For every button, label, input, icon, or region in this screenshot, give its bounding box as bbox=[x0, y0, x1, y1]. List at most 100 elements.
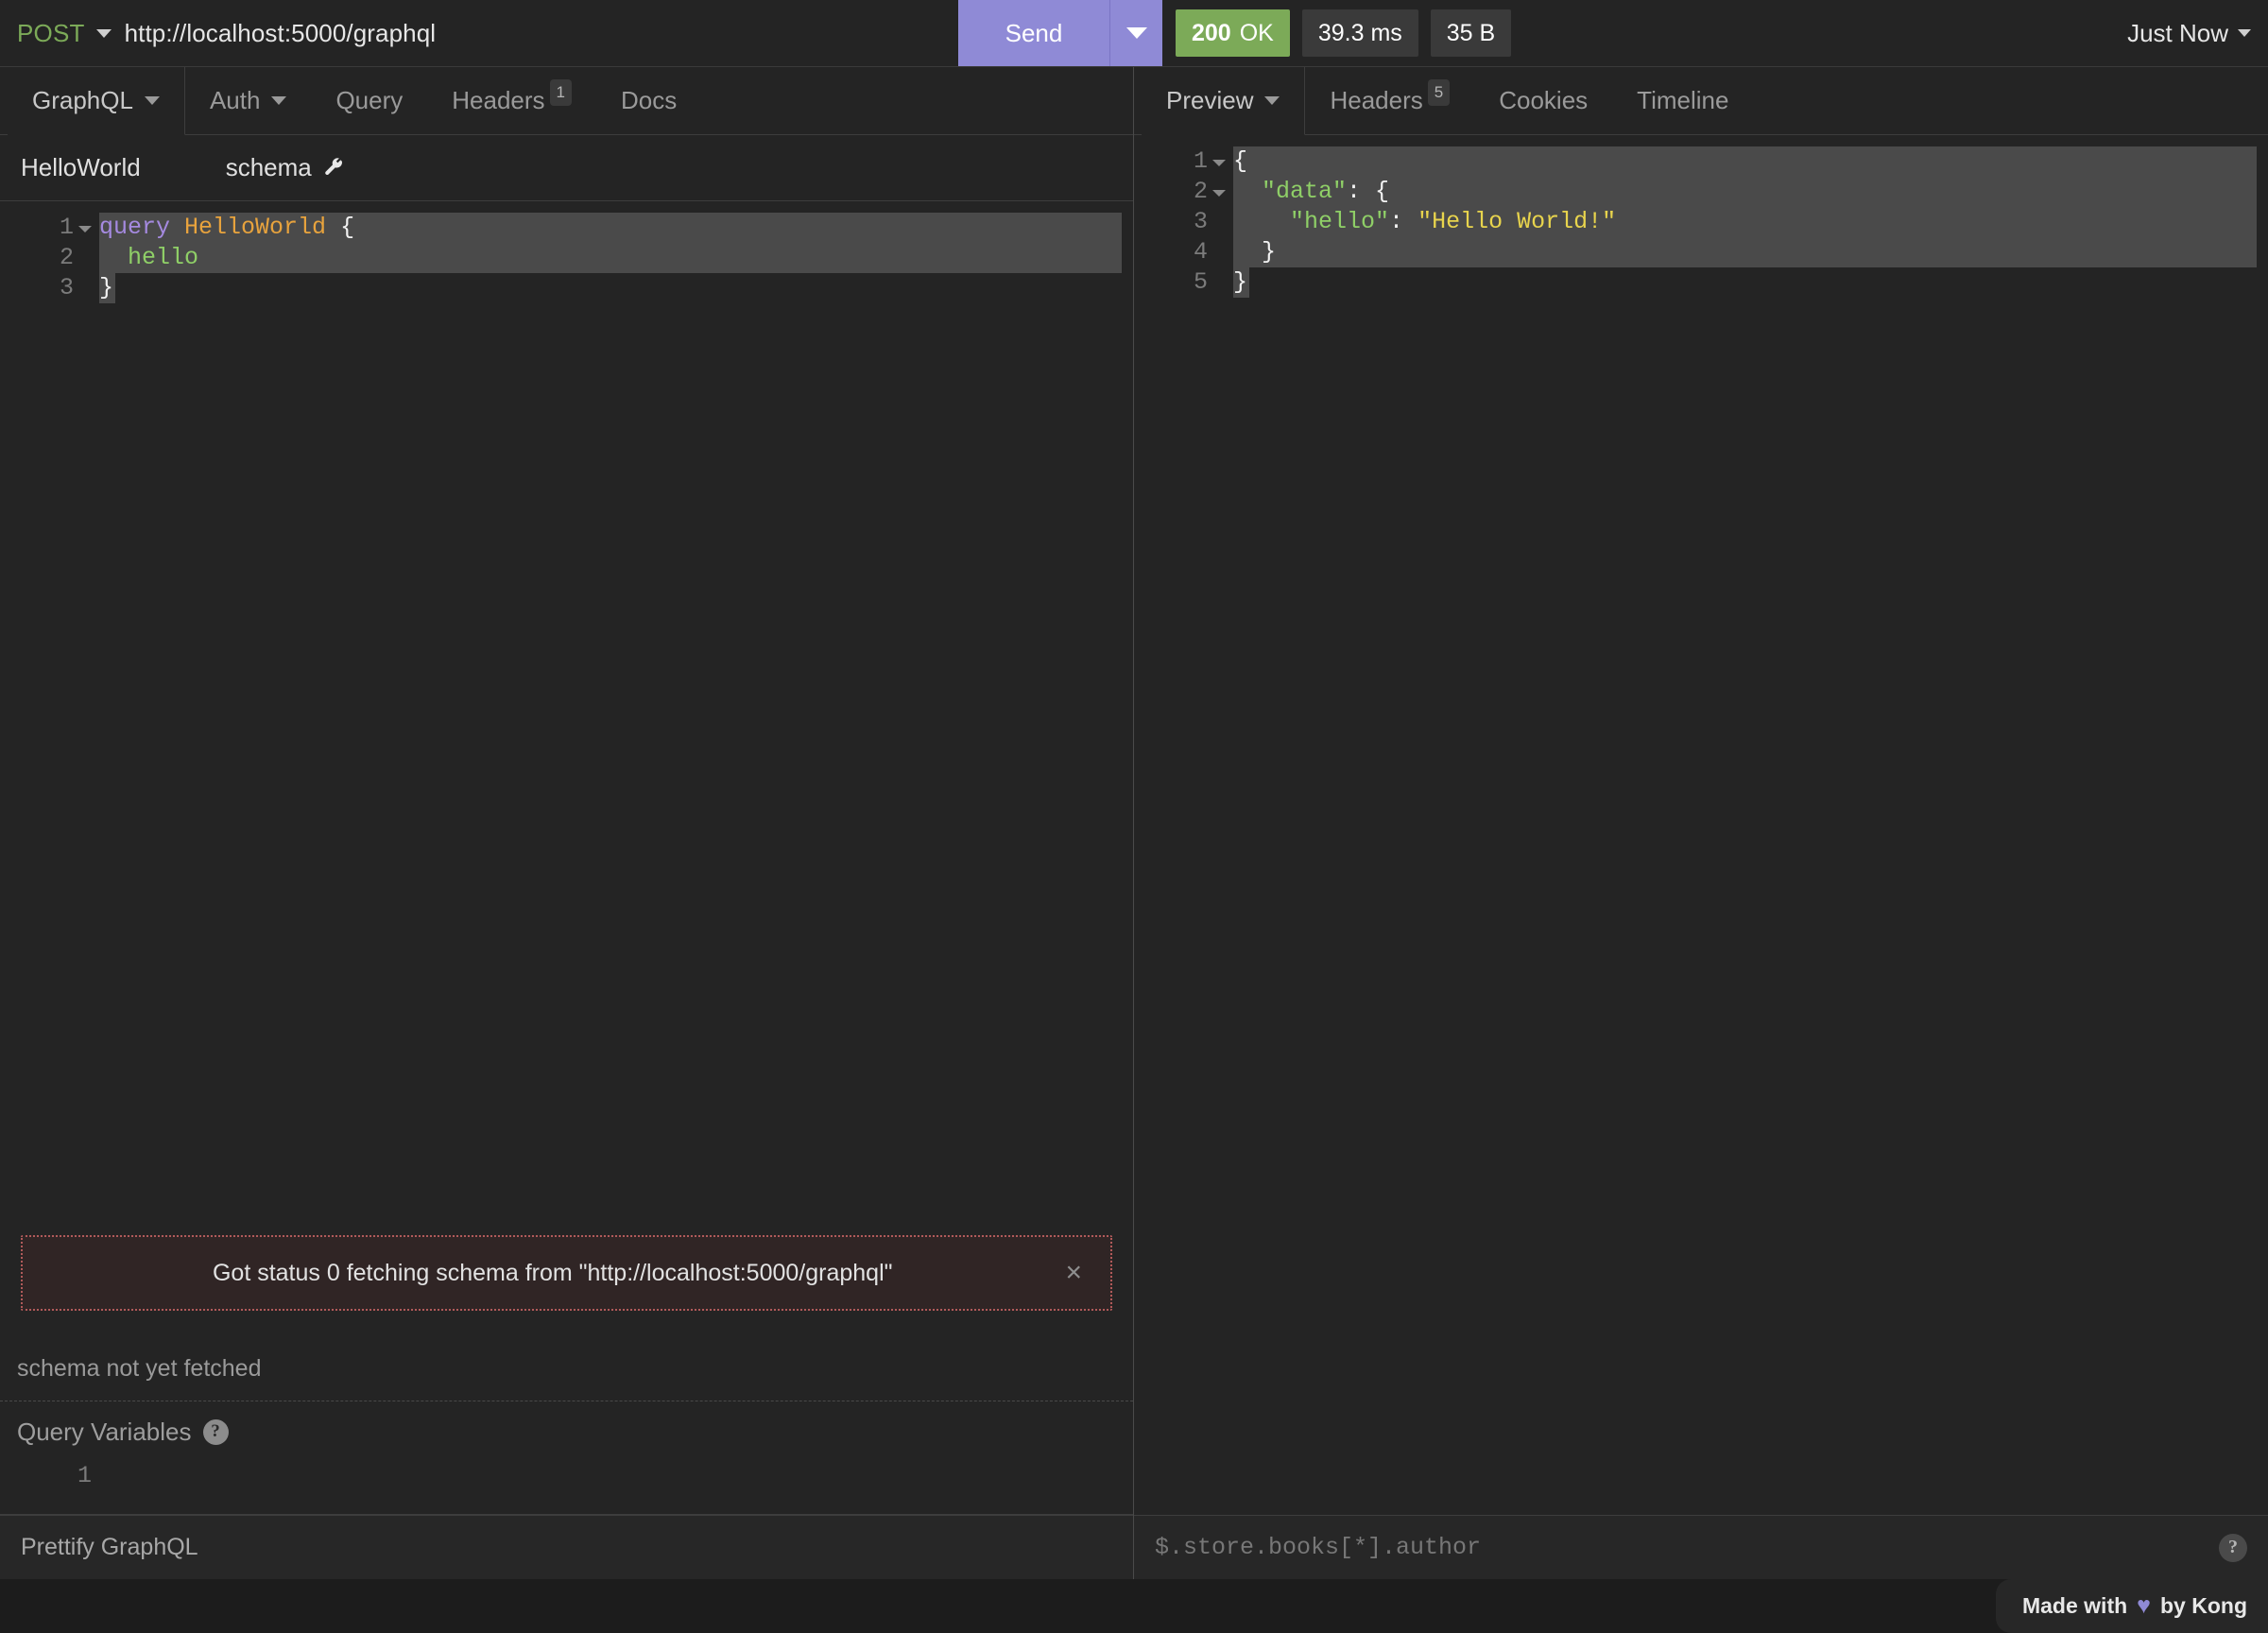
code-line: 1{ bbox=[1134, 146, 2268, 177]
response-time-badge[interactable]: 39.3 ms bbox=[1302, 9, 1418, 57]
line-number: 3 bbox=[0, 273, 99, 303]
token-key: "hello" bbox=[1290, 207, 1389, 237]
token-punc bbox=[99, 243, 128, 273]
request-tab-strip: GraphQL Auth Query Headers1 Docs bbox=[0, 67, 1133, 135]
response-filter-input[interactable] bbox=[1155, 1534, 2219, 1561]
response-preview-editor[interactable]: 1{2 "data": {3 "hello": "Hello World!"4 … bbox=[1134, 135, 2268, 1515]
chevron-down-icon bbox=[271, 96, 286, 105]
fold-toggle-icon[interactable] bbox=[1212, 160, 1226, 166]
request-bottom-bar: Prettify GraphQL bbox=[0, 1515, 1133, 1579]
graphql-schema-button[interactable]: schema bbox=[226, 153, 345, 182]
token-punc: : { bbox=[1347, 177, 1389, 207]
code-line: 4 } bbox=[1134, 237, 2268, 267]
request-url-bar: POST http://localhost:5000/graphql Send … bbox=[0, 0, 2268, 67]
tab-headers[interactable]: Headers5 bbox=[1305, 67, 1474, 134]
tab-preview[interactable]: Preview bbox=[1142, 67, 1305, 135]
line-number: 2 bbox=[1134, 177, 1233, 207]
query-variables-editor[interactable]: 1 bbox=[0, 1462, 1133, 1515]
chevron-down-icon bbox=[1126, 27, 1147, 39]
query-variables-label: Query Variables bbox=[17, 1418, 192, 1447]
tab-auth[interactable]: Auth bbox=[185, 67, 312, 134]
send-options-button[interactable] bbox=[1109, 0, 1162, 66]
app-footer: Made with ♥ by Kong bbox=[0, 1579, 2268, 1633]
token-punc bbox=[1233, 207, 1290, 237]
tab-label: GraphQL bbox=[32, 86, 133, 115]
send-button[interactable]: Send bbox=[958, 0, 1109, 66]
code-text: { bbox=[1233, 146, 2257, 177]
code-text: "data": { bbox=[1233, 177, 2257, 207]
graphql-query-editor[interactable]: 1query HelloWorld {2 hello3} bbox=[0, 201, 1133, 1235]
made-with-suffix: by Kong bbox=[2160, 1593, 2247, 1619]
help-icon[interactable]: ? bbox=[2219, 1534, 2247, 1562]
prettify-graphql-button[interactable]: Prettify GraphQL bbox=[21, 1534, 198, 1561]
tab-cookies[interactable]: Cookies bbox=[1474, 67, 1612, 134]
code-text: } bbox=[99, 273, 115, 303]
graphql-operation-name[interactable]: HelloWorld bbox=[21, 153, 141, 182]
url-input[interactable]: http://localhost:5000/graphql bbox=[125, 19, 437, 48]
token-str: "Hello World!" bbox=[1418, 207, 1616, 237]
tab-label: Preview bbox=[1166, 86, 1253, 115]
tab-query[interactable]: Query bbox=[311, 67, 427, 134]
query-variables-toggle[interactable]: Query Variables ? bbox=[0, 1401, 1133, 1462]
code-text: query HelloWorld { bbox=[99, 213, 1122, 243]
response-pane: PreviewHeaders5CookiesTimeline 1{2 "data… bbox=[1134, 67, 2268, 1579]
line-number: 5 bbox=[1134, 267, 1233, 298]
code-text: } bbox=[1233, 267, 1249, 298]
status-badge[interactable]: 200OK bbox=[1176, 9, 1290, 57]
code-text: hello bbox=[99, 243, 1122, 273]
chevron-down-icon bbox=[2238, 29, 2251, 37]
line-number: 2 bbox=[0, 243, 99, 273]
response-status-area: 200OK 39.3 ms 35 B Just Now bbox=[1162, 0, 2268, 66]
code-line: 3 "hello": "Hello World!" bbox=[1134, 207, 2268, 237]
tab-count-badge: 5 bbox=[1428, 79, 1450, 106]
code-line: 2 hello bbox=[0, 243, 1133, 273]
schema-error-banner: Got status 0 fetching schema from "http:… bbox=[21, 1235, 1112, 1311]
schema-error-message: Got status 0 fetching schema from "http:… bbox=[45, 1260, 1059, 1287]
fold-toggle-icon[interactable] bbox=[1212, 190, 1226, 197]
heart-icon: ♥ bbox=[2137, 1592, 2151, 1620]
tab-label: Query bbox=[335, 86, 403, 115]
token-punc bbox=[1233, 177, 1262, 207]
http-method-label[interactable]: POST bbox=[17, 19, 85, 48]
token-punc: } bbox=[1233, 237, 1276, 267]
token-punc: { bbox=[1233, 146, 1247, 177]
token-punc: } bbox=[99, 273, 113, 303]
response-history-dropdown[interactable]: Just Now bbox=[2127, 19, 2251, 48]
tab-timeline[interactable]: Timeline bbox=[1612, 67, 1753, 134]
token-kw: query bbox=[99, 213, 170, 243]
tab-graphql[interactable]: GraphQL bbox=[8, 67, 185, 135]
method-dropdown-chevron-icon[interactable] bbox=[96, 29, 112, 38]
tab-label: Headers bbox=[1330, 86, 1422, 115]
chevron-down-icon bbox=[1264, 96, 1280, 105]
chevron-down-icon bbox=[145, 96, 160, 105]
response-size-badge[interactable]: 35 B bbox=[1431, 9, 1511, 57]
main-split: GraphQLAuthQueryHeaders1Docs HelloWorld … bbox=[0, 67, 2268, 1579]
tab-label: Docs bbox=[621, 86, 677, 115]
url-area: POST http://localhost:5000/graphql bbox=[0, 0, 958, 66]
close-icon[interactable]: × bbox=[1059, 1259, 1088, 1287]
code-text: } bbox=[1233, 237, 2257, 267]
line-number: 1 bbox=[0, 213, 99, 243]
wrench-icon bbox=[322, 157, 345, 180]
response-bottom-bar: ? bbox=[1134, 1515, 2268, 1579]
made-with-badge: Made with ♥ by Kong bbox=[1996, 1579, 2268, 1633]
status-code: 200 bbox=[1192, 20, 1231, 47]
made-with-prefix: Made with bbox=[2022, 1593, 2127, 1619]
line-number: 3 bbox=[1134, 207, 1233, 237]
token-key: "data" bbox=[1262, 177, 1347, 207]
schema-label: schema bbox=[226, 153, 312, 182]
tab-headers[interactable]: Headers1 bbox=[427, 67, 596, 134]
tab-label: Auth bbox=[210, 86, 261, 115]
response-timestamp-label: Just Now bbox=[2127, 19, 2228, 48]
token-punc: : bbox=[1389, 207, 1418, 237]
code-text: "hello": "Hello World!" bbox=[1233, 207, 2257, 237]
schema-error-wrap: Got status 0 fetching schema from "http:… bbox=[0, 1235, 1133, 1311]
tab-docs[interactable]: Docs bbox=[596, 67, 701, 134]
code-line: 5} bbox=[1134, 267, 2268, 298]
request-pane: GraphQLAuthQueryHeaders1Docs HelloWorld … bbox=[0, 67, 1134, 1579]
token-punc: { bbox=[326, 213, 354, 243]
help-icon[interactable]: ? bbox=[203, 1419, 229, 1445]
code-line: 1query HelloWorld { bbox=[0, 213, 1133, 243]
fold-toggle-icon[interactable] bbox=[78, 226, 92, 232]
token-name: HelloWorld bbox=[184, 213, 326, 243]
